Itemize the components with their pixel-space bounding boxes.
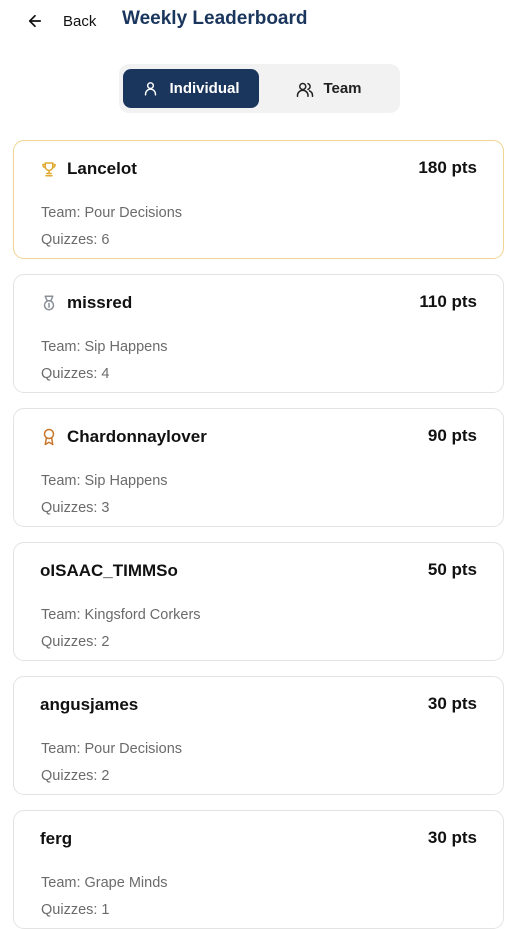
player-team: Team: Grape Minds	[41, 875, 168, 891]
player-name: angusjames	[40, 695, 139, 714]
header: Back Weekly Leaderboard	[0, 0, 524, 40]
trophy-icon	[40, 160, 58, 178]
leaderboard-card: oISAAC_TIMMSo 50 pts Team: Kingsford Cor…	[13, 542, 504, 661]
player-team: Team: Sip Happens	[41, 339, 168, 355]
leaderboard-card: angusjames 30 pts Team: Pour Decisions Q…	[13, 676, 504, 795]
player-name-row: angusjames	[40, 694, 138, 716]
player-quizzes: Quizzes: 1	[41, 902, 110, 918]
player-team: Team: Pour Decisions	[41, 205, 183, 221]
player-name-row: Lancelot	[40, 158, 137, 180]
player-points: 50 pts	[427, 560, 477, 579]
page-title: Weekly Leaderboard	[122, 8, 308, 29]
player-name-row: oISAAC_TIMMSo	[40, 560, 178, 582]
tab-team[interactable]: Team	[261, 69, 397, 108]
leaderboard-card: Lancelot 180 pts Team: Pour Decisions Qu…	[13, 140, 504, 259]
player-points: 90 pts	[427, 426, 477, 445]
player-quizzes: Quizzes: 3	[41, 500, 110, 516]
player-name: oISAAC_TIMMSo	[40, 561, 178, 580]
player-quizzes: Quizzes: 2	[41, 768, 110, 784]
player-points: 180 pts	[418, 158, 477, 177]
player-points: 110 pts	[419, 292, 477, 311]
users-icon	[296, 80, 314, 98]
medal-icon	[40, 294, 58, 312]
player-points: 30 pts	[427, 828, 477, 847]
arrow-left-icon	[26, 12, 44, 30]
player-quizzes: Quizzes: 6	[41, 232, 110, 248]
leaderboard-card: Chardonnaylover 90 pts Team: Sip Happens…	[13, 408, 504, 527]
award-icon	[40, 428, 58, 446]
player-name-row: missred	[40, 292, 132, 314]
tab-individual[interactable]: Individual	[123, 69, 259, 108]
player-team: Team: Pour Decisions	[41, 741, 183, 757]
player-name-row: ferg	[40, 828, 72, 850]
player-name-row: Chardonnaylover	[40, 426, 207, 448]
back-label: Back	[63, 12, 97, 30]
user-icon	[142, 80, 160, 98]
leaderboard-card: missred 110 pts Team: Sip Happens Quizze…	[13, 274, 504, 393]
tab-team-label: Team	[323, 80, 362, 97]
player-name: Chardonnaylover	[67, 427, 207, 446]
player-team: Team: Sip Happens	[41, 473, 168, 489]
back-button[interactable]: Back	[26, 9, 96, 33]
player-name: missred	[67, 293, 133, 312]
player-quizzes: Quizzes: 2	[41, 634, 110, 650]
leaderboard-card: ferg 30 pts Team: Grape Minds Quizzes: 1	[13, 810, 504, 929]
player-name: Lancelot	[67, 159, 137, 178]
player-quizzes: Quizzes: 4	[41, 366, 110, 382]
player-name: ferg	[40, 829, 73, 848]
player-points: 30 pts	[427, 694, 477, 713]
player-team: Team: Kingsford Corkers	[41, 607, 201, 623]
view-toggle: Individual Team	[119, 64, 400, 113]
tab-individual-label: Individual	[169, 80, 240, 97]
